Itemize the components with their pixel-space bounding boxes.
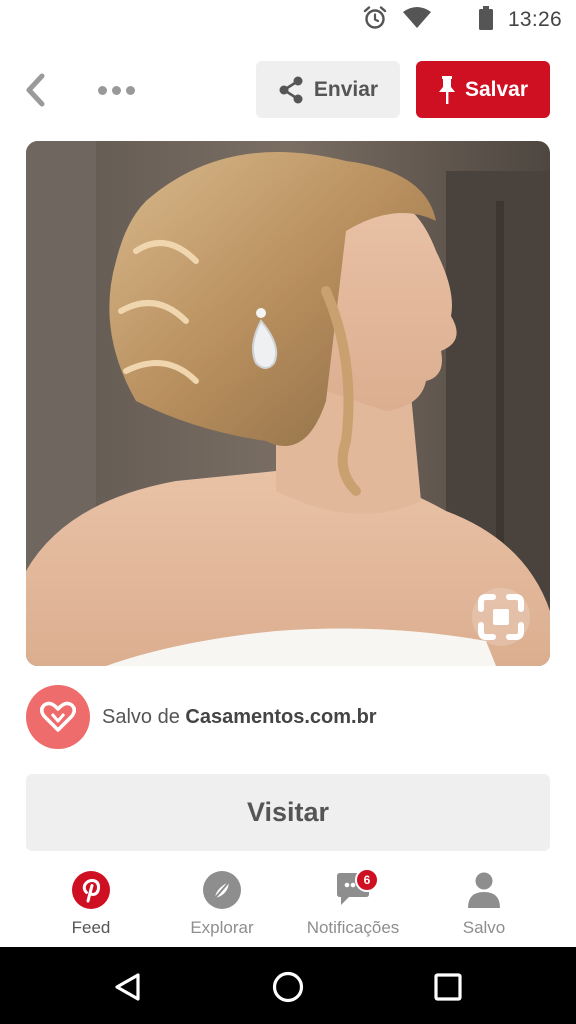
attribution-text: Salvo de Casamentos.com.br [102, 706, 377, 729]
heart-icon [40, 701, 76, 732]
nav-explorar[interactable]: Explorar [157, 868, 287, 944]
status-time: 13:26 [507, 8, 562, 31]
salvar-button[interactable]: Salvar [416, 61, 550, 118]
share-icon [279, 76, 303, 103]
nav-notificacoes[interactable]: 6 Notificações [288, 868, 418, 944]
back-button[interactable] [18, 70, 54, 110]
attribution-prefix: Salvo de [102, 705, 186, 728]
enviar-button[interactable]: Enviar [256, 61, 400, 118]
home-circle-icon [272, 971, 304, 1003]
bridal-hairstyle-photo [26, 141, 550, 666]
system-home-button[interactable] [266, 965, 310, 1009]
bottom-nav: Feed Explorar 6 Notificações Salvo [0, 862, 576, 946]
pushpin-icon [438, 75, 455, 104]
nav-explorar-label: Explorar [190, 918, 254, 937]
back-triangle-icon [115, 973, 140, 1001]
more-dot [97, 85, 107, 95]
chevron-left-icon [26, 73, 45, 107]
visitar-button[interactable]: Visitar [26, 774, 550, 851]
pinterest-logo-icon [69, 868, 113, 912]
pin-attribution[interactable]: Salvo de Casamentos.com.br [26, 685, 550, 749]
system-back-button[interactable] [106, 965, 150, 1009]
pin-action-bar: Enviar Salvar [0, 56, 576, 124]
notification-badge: 6 [355, 868, 379, 892]
visitar-label: Visitar [246, 797, 330, 827]
more-options-button[interactable] [92, 74, 140, 106]
salvar-label: Salvar [464, 77, 529, 101]
wifi-icon [402, 6, 432, 35]
status-bar: 13:26 [0, 0, 576, 40]
nav-notificacoes-label: Notificações [306, 918, 400, 937]
attribution-source[interactable]: Casamentos.com.br [185, 706, 376, 728]
compass-icon [200, 868, 244, 912]
more-dot [111, 85, 121, 95]
chat-bubble-icon: 6 [331, 868, 379, 912]
person-icon [462, 868, 506, 912]
recents-square-icon [434, 973, 462, 1001]
nav-salvo[interactable]: Salvo [419, 868, 549, 944]
nav-salvo-label: Salvo [462, 918, 506, 937]
source-avatar[interactable] [26, 685, 90, 749]
enviar-label: Enviar [313, 77, 379, 101]
nav-feed[interactable]: Feed [26, 868, 156, 944]
battery-icon [478, 5, 494, 36]
system-navigation-bar [0, 947, 576, 1024]
system-recents-button[interactable] [426, 965, 470, 1009]
nav-feed-label: Feed [71, 918, 111, 937]
more-dot [125, 85, 135, 95]
visual-search-button[interactable] [472, 588, 530, 646]
alarm-icon [362, 5, 388, 36]
pin-image[interactable] [26, 141, 550, 666]
status-icons: 13:26 [362, 5, 562, 36]
visual-search-icon [478, 594, 524, 640]
